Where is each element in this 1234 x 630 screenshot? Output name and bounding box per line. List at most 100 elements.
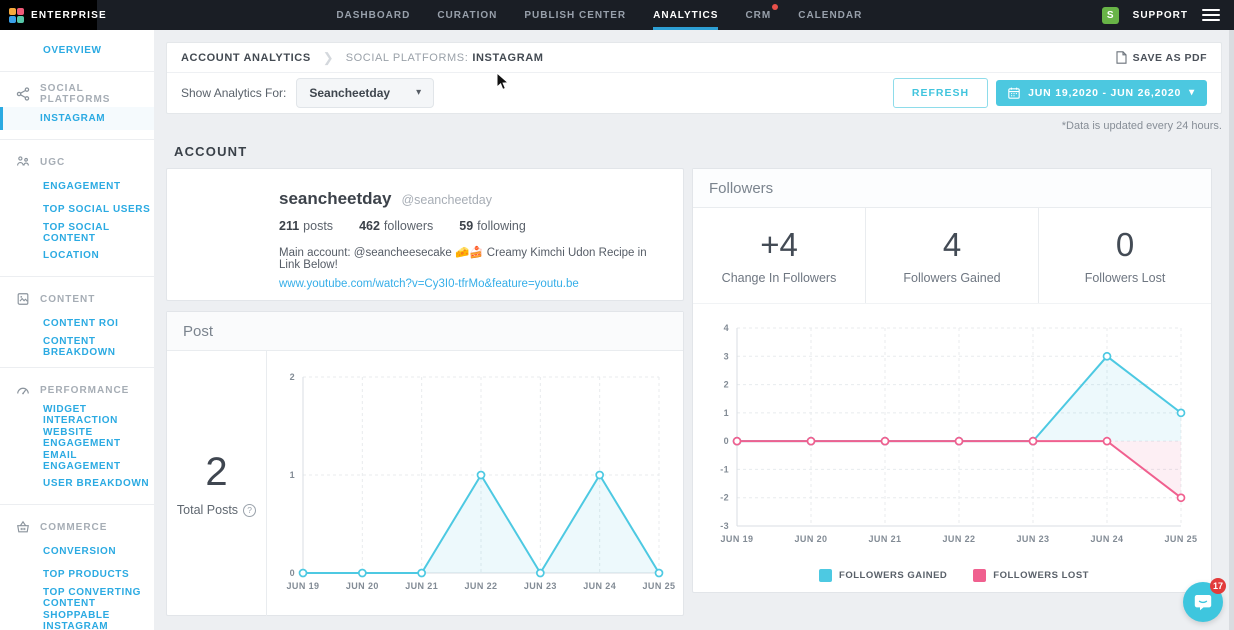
legend-swatch-gained — [819, 569, 832, 582]
profile-handle: @seancheetday — [401, 193, 492, 207]
scrollbar[interactable] — [1229, 30, 1234, 630]
help-icon[interactable]: ? — [243, 504, 256, 517]
sidebar-item-top-products[interactable]: TOP PRODUCTS — [0, 563, 154, 586]
basket-icon — [16, 520, 30, 534]
brand-logo[interactable]: ENTERPRISE — [0, 0, 97, 30]
sidebar-item-location[interactable]: LOCATION — [0, 244, 154, 267]
stat-posts: 211posts — [279, 219, 333, 233]
chart-legend: FOLLOWERS GAINED FOLLOWERS LOST — [697, 569, 1211, 582]
calendar-icon — [1008, 87, 1020, 99]
followers-stats: +4 Change In Followers 4 Followers Gaine… — [693, 208, 1211, 304]
enterprise-logo-icon — [9, 8, 24, 23]
nav-analytics[interactable]: ANALYTICS — [653, 0, 718, 30]
sidebar-item-overview[interactable]: OVERVIEW — [0, 39, 154, 62]
account-section-title: ACCOUNT — [174, 144, 1222, 159]
chat-unread-badge: 17 — [1210, 578, 1226, 594]
followers-panel-title: Followers — [693, 169, 1211, 208]
svg-text:JUN 19: JUN 19 — [287, 581, 320, 591]
header-card: ACCOUNT ANALYTICS ❯ SOCIAL PLATFORMS: IN… — [166, 42, 1222, 114]
sidebar-item-widget-interaction[interactable]: WIDGET INTERACTION — [0, 403, 154, 426]
profile-avatar — [185, 193, 259, 267]
sidebar-item-email-engagement[interactable]: EMAIL ENGAGEMENT — [0, 449, 154, 472]
svg-text:JUN 22: JUN 22 — [943, 534, 976, 544]
sidebar-item-top-social-users[interactable]: TOP SOCIAL USERS — [0, 198, 154, 221]
gauge-icon — [16, 383, 30, 397]
svg-text:1: 1 — [724, 408, 729, 418]
nav-calendar[interactable]: CALENDAR — [798, 0, 862, 30]
profile-bio: Main account: @seancheesecake 🧀🍰 Creamy … — [279, 245, 667, 271]
svg-text:JUN 24: JUN 24 — [1091, 534, 1124, 544]
sidebar-item-content-breakdown[interactable]: CONTENT BREAKDOWN — [0, 335, 154, 358]
legend-followers-lost[interactable]: FOLLOWERS LOST — [973, 569, 1089, 582]
stat-followers: 462followers — [359, 219, 433, 233]
account-select-dropdown[interactable]: Seancheetday ▾ — [296, 78, 434, 108]
nav-curation[interactable]: CURATION — [437, 0, 497, 30]
sidebar-section-content: CONTENT — [0, 286, 154, 312]
sidebar-item-instagram[interactable]: INSTAGRAM — [0, 107, 154, 130]
refresh-button[interactable]: REFRESH — [893, 78, 988, 108]
chevron-down-icon: ▾ — [416, 88, 421, 98]
profile-bio-link[interactable]: www.youtube.com/watch?v=Cy3I0-tfrMo&feat… — [279, 278, 667, 290]
analytics-toolbar: Show Analytics For: Seancheetday ▾ REFRE… — [167, 73, 1221, 113]
nav-support[interactable]: SUPPORT — [1133, 10, 1188, 21]
share-icon — [16, 87, 30, 101]
save-as-pdf-button[interactable]: SAVE AS PDF — [1116, 51, 1207, 64]
profile-username: seancheetday — [279, 189, 391, 209]
stat-followers-lost: 0 Followers Lost — [1038, 208, 1211, 303]
chat-bubble-icon — [1193, 592, 1213, 612]
followers-panel: Followers +4 Change In Followers 4 Follo… — [692, 168, 1212, 593]
sidebar-item-top-converting-content[interactable]: TOP CONVERTING CONTENT — [0, 586, 154, 609]
svg-text:2: 2 — [724, 380, 729, 390]
data-update-note: *Data is updated every 24 hours. — [166, 114, 1222, 138]
legend-followers-gained[interactable]: FOLLOWERS GAINED — [819, 569, 947, 582]
sidebar-item-top-social-content[interactable]: TOP SOCIAL CONTENT — [0, 221, 154, 244]
svg-text:JUN 25: JUN 25 — [1165, 534, 1198, 544]
sidebar-item-content-roi[interactable]: CONTENT ROI — [0, 312, 154, 335]
post-panel-title: Post — [167, 312, 683, 351]
crm-notification-dot — [772, 4, 778, 10]
svg-text:JUN 23: JUN 23 — [1017, 534, 1050, 544]
svg-text:4: 4 — [724, 323, 729, 333]
sidebar-item-user-breakdown[interactable]: USER BREAKDOWN — [0, 472, 154, 495]
legend-swatch-lost — [973, 569, 986, 582]
hamburger-menu-icon[interactable] — [1202, 9, 1220, 21]
sidebar-item-shoppable-instagram[interactable]: SHOPPABLE INSTAGRAM — [0, 609, 154, 630]
svg-text:-1: -1 — [720, 464, 729, 474]
svg-text:1: 1 — [290, 470, 295, 480]
show-analytics-label: Show Analytics For: — [181, 86, 286, 100]
top-navigation: ENTERPRISE DASHBOARD CURATION PUBLISH CE… — [0, 0, 1234, 30]
post-panel: Post 2 Total Posts ? 012JUN 19JUN 20JUN … — [166, 311, 684, 616]
nav-publish-center[interactable]: PUBLISH CENTER — [524, 0, 626, 30]
sidebar-item-conversion[interactable]: CONVERSION — [0, 540, 154, 563]
sidebar-section-commerce: COMMERCE — [0, 514, 154, 540]
total-posts-label: Total Posts — [177, 503, 238, 517]
users-icon — [16, 155, 30, 169]
stat-followers-gained: 4 Followers Gained — [865, 208, 1038, 303]
svg-text:0: 0 — [724, 436, 729, 446]
svg-text:JUN 21: JUN 21 — [405, 581, 438, 591]
svg-text:3: 3 — [724, 351, 729, 361]
sidebar-item-engagement[interactable]: ENGAGEMENT — [0, 175, 154, 198]
svg-text:JUN 25: JUN 25 — [643, 581, 676, 591]
nav-items: DASHBOARD CURATION PUBLISH CENTER ANALYT… — [336, 0, 862, 30]
breadcrumb-account-analytics[interactable]: ACCOUNT ANALYTICS — [181, 52, 311, 64]
followers-line-chart: -3-2-101234JUN 19JUN 20JUN 21JUN 22JUN 2… — [697, 314, 1205, 562]
nav-right-cluster: S SUPPORT — [1102, 0, 1234, 30]
date-range-button[interactable]: JUN 19,2020 - JUN 26,2020 ▾ — [996, 80, 1207, 106]
chat-widget-button[interactable]: 17 — [1183, 582, 1223, 622]
sidebar-item-website-engagement[interactable]: WEBSITE ENGAGEMENT — [0, 426, 154, 449]
nav-dashboard[interactable]: DASHBOARD — [336, 0, 410, 30]
svg-text:JUN 22: JUN 22 — [465, 581, 498, 591]
svg-text:JUN 24: JUN 24 — [583, 581, 616, 591]
date-range-value: JUN 19,2020 - JUN 26,2020 — [1028, 87, 1181, 99]
svg-text:JUN 20: JUN 20 — [346, 581, 379, 591]
user-avatar-badge[interactable]: S — [1102, 7, 1119, 24]
file-icon — [16, 292, 30, 306]
svg-text:JUN 21: JUN 21 — [869, 534, 902, 544]
brand-name: ENTERPRISE — [31, 10, 107, 21]
nav-crm[interactable]: CRM — [745, 0, 771, 30]
sidebar-section-social-platforms: SOCIAL PLATFORMS — [0, 81, 154, 107]
stat-following: 59following — [459, 219, 526, 233]
svg-text:JUN 23: JUN 23 — [524, 581, 557, 591]
profile-stats: 211posts 462followers 59following — [279, 219, 667, 233]
